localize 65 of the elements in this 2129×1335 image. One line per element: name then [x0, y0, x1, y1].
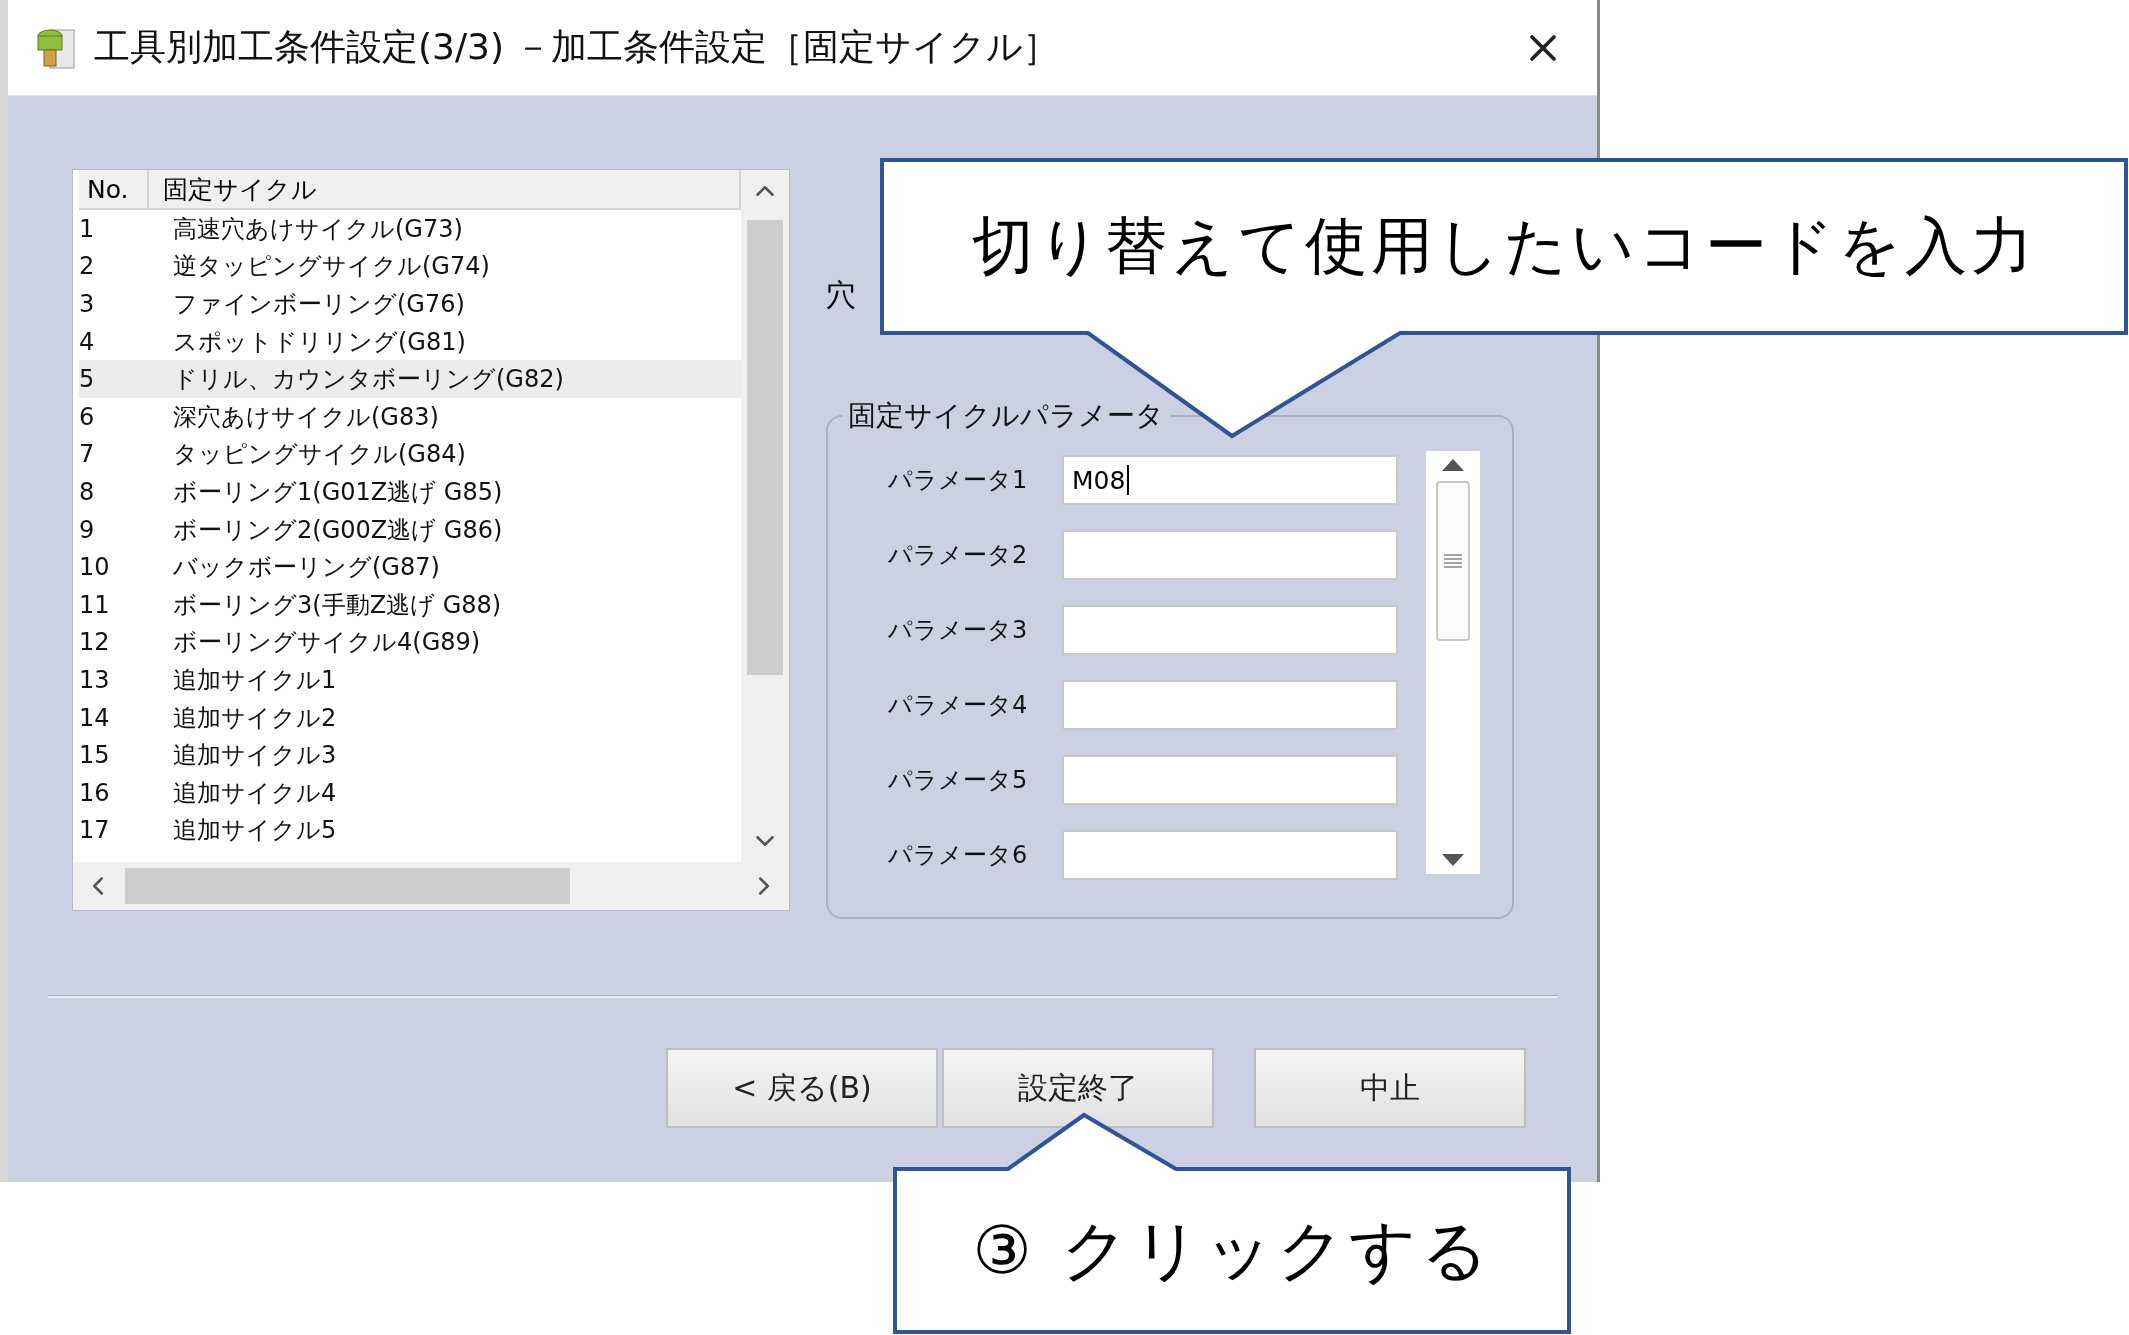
cycle-name: ドリル、カウンタボーリング(G82)	[172, 364, 564, 396]
input-field[interactable]: M08	[1062, 455, 1398, 505]
cycle-name: ボーリングサイクル4(G89)	[172, 627, 481, 659]
input-field[interactable]	[1062, 605, 1398, 655]
row-number: 10	[79, 553, 111, 582]
column-header[interactable]: No.	[79, 170, 149, 210]
cycle-name: ボーリング1(G01Z逃げ G85)	[172, 476, 503, 508]
cycle-name: バックボーリング(G87)	[172, 552, 440, 584]
row-number: 3	[79, 290, 96, 318]
input-field[interactable]	[1062, 680, 1398, 730]
dialog-button[interactable]: 設定終了	[942, 1048, 1214, 1128]
row-number: 16	[79, 778, 111, 807]
dialog-button[interactable]: < 戻る(B)	[666, 1048, 938, 1128]
input-field[interactable]	[1062, 830, 1398, 880]
row-number: 14	[79, 703, 111, 732]
row-number: 1	[79, 214, 96, 243]
row-number: 2	[79, 252, 96, 281]
callout-text: 切り替えて使用したいコードを入力	[972, 208, 2037, 284]
cycle-name: 追加サイクル2	[172, 702, 337, 734]
row-number: 5	[79, 365, 96, 394]
cycle-name: ファインボーリング(G76)	[172, 289, 465, 320]
list-row[interactable]: 5 ドリル、カウンタボーリング(G82)	[79, 360, 741, 398]
parameter-label: パラメータ2	[888, 540, 1029, 571]
parameter-label: パラメータ1	[888, 465, 1029, 496]
parameter-label: パラメータ6	[888, 840, 1029, 871]
parameter-label: パラメータ5	[888, 765, 1029, 796]
cycle-name: 追加サイクル5	[172, 815, 337, 847]
window-title: 工具別加工条件設定(3/3) －加工条件設定［固定サイクル］	[94, 25, 1061, 69]
cycle-name: 高速穴あけサイクル(G73)	[172, 213, 463, 245]
input-field[interactable]	[1062, 755, 1398, 805]
row-number: 4	[79, 327, 96, 356]
row-number: 11	[79, 590, 111, 619]
cycle-name: タッピングサイクル(G84)	[172, 439, 466, 471]
cycle-name: 逆タッピングサイクル(G74)	[172, 251, 490, 283]
cycle-name: ボーリング3(手動Z逃げ G88)	[172, 589, 502, 621]
scroll-up-icon[interactable]	[1442, 459, 1464, 471]
field-label: 穴	[826, 276, 857, 314]
dialog-button[interactable]: 中止	[1254, 1048, 1526, 1128]
horizontal-scrollbar[interactable]	[73, 862, 789, 910]
vertical-scrollbar[interactable]	[741, 170, 789, 862]
group-title: 固定サイクルパラメータ	[847, 398, 1165, 434]
row-number: 13	[79, 665, 111, 694]
scroll-thumb[interactable]	[747, 220, 783, 675]
parameter-label: パラメータ4	[888, 690, 1029, 721]
row-number: 8	[79, 477, 96, 506]
cycle-name: 追加サイクル1	[172, 664, 337, 696]
column-header[interactable]: 固定サイクル	[149, 170, 741, 210]
row-number: 7	[79, 440, 96, 469]
row-number: 12	[79, 628, 111, 657]
row-number: 6	[79, 402, 96, 431]
row-number: 15	[79, 741, 111, 770]
row-number: 17	[79, 816, 111, 845]
vertical-scrollbar[interactable]	[1426, 451, 1480, 874]
cycle-name: 追加サイクル4	[172, 777, 337, 809]
cycle-name: スポットドリリング(G81)	[172, 326, 466, 358]
callout-text: ③ クリックする	[972, 1210, 1493, 1291]
cycle-name: ボーリング2(G00Z逃げ G86)	[172, 514, 503, 546]
cycle-name: 追加サイクル3	[172, 740, 337, 772]
row-number: 9	[79, 515, 96, 544]
scroll-down-icon[interactable]	[1442, 854, 1464, 866]
input-field[interactable]	[1062, 530, 1398, 580]
parameter-label: パラメータ3	[888, 615, 1029, 646]
scroll-thumb[interactable]	[125, 868, 570, 904]
scroll-thumb[interactable]	[1436, 481, 1470, 641]
cycle-name: 深穴あけサイクル(G83)	[172, 401, 439, 433]
